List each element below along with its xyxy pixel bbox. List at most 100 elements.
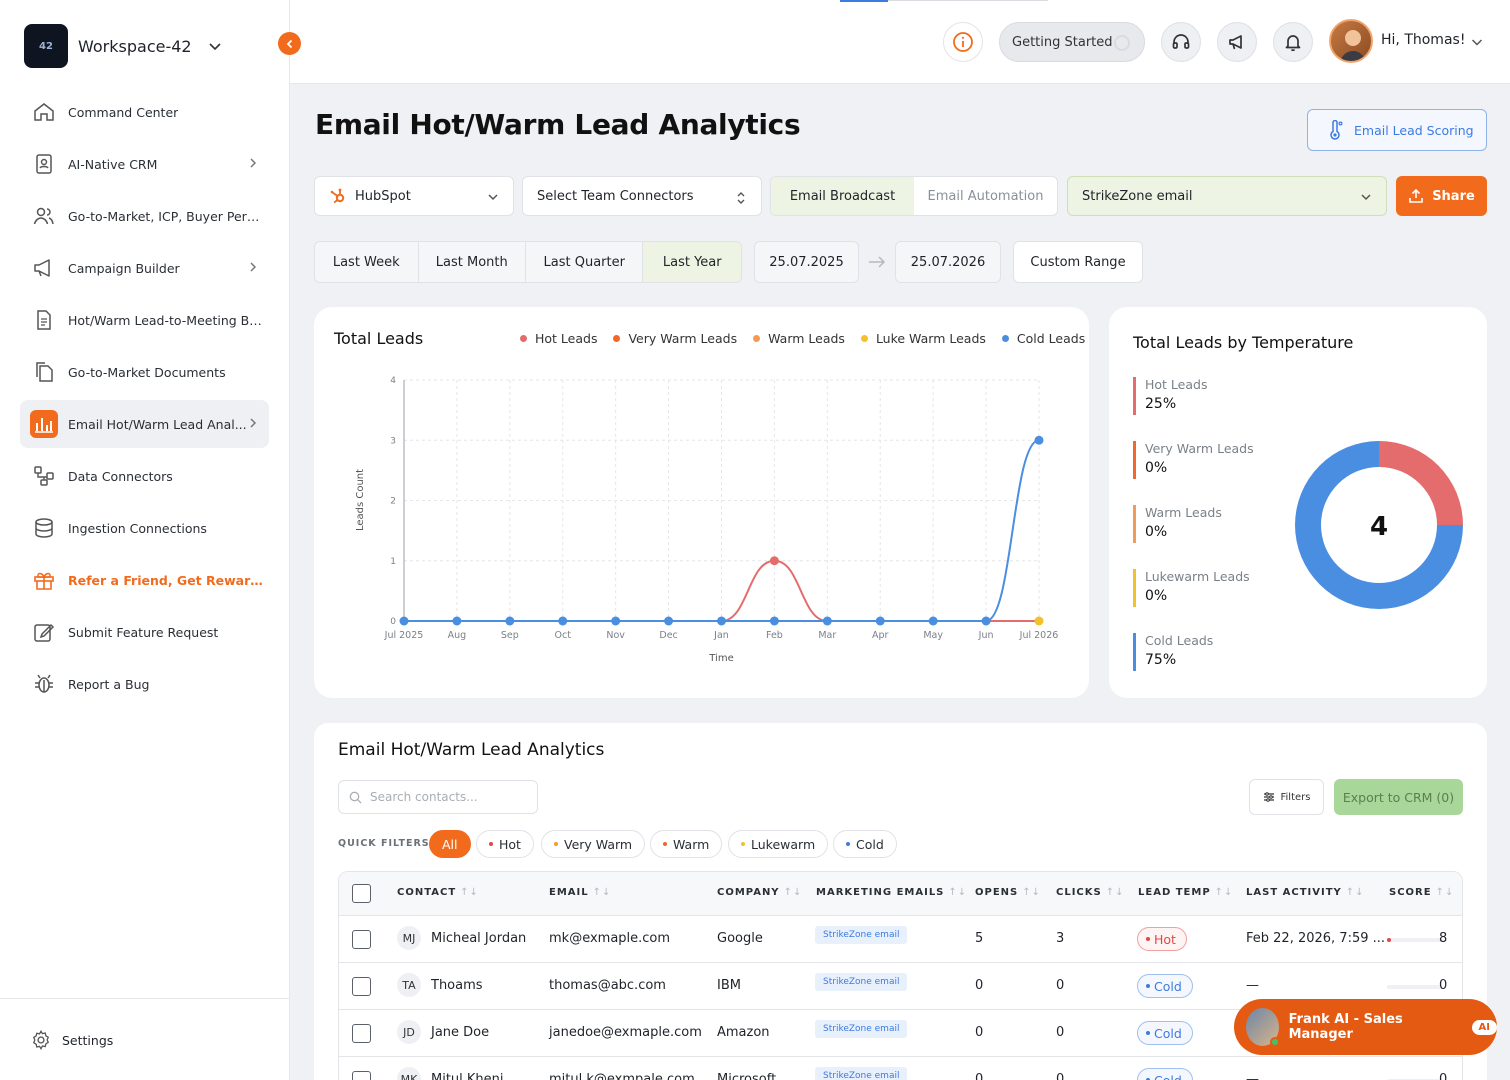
contact-name[interactable]: Thoams <box>431 978 483 993</box>
sidebar-item-report-a-bug[interactable]: Report a Bug <box>20 660 269 708</box>
score-value: 0 <box>1439 978 1448 993</box>
x-tick-label: Jun <box>978 630 994 641</box>
crm-select[interactable]: HubSpot <box>314 176 514 216</box>
tab-email-automation[interactable]: Email Automation <box>914 177 1057 215</box>
chevron-down-icon[interactable] <box>1471 36 1483 48</box>
sidebar-item-submit-feature-request[interactable]: Submit Feature Request <box>20 608 269 656</box>
user-greeting[interactable]: Hi, Thomas! <box>1381 32 1465 48</box>
data-point[interactable] <box>399 616 409 626</box>
temperature-title: Total Leads by Temperature <box>1133 333 1354 352</box>
column-header-clicks[interactable]: CLICKS ↑↓ <box>1056 887 1125 898</box>
table-row[interactable]: MK Mitul Kheni mitul.k@exmpale.com Microsof… <box>339 1057 1462 1080</box>
quick-filter-lukewarm[interactable]: Lukewarm <box>728 830 829 858</box>
column-header-opens[interactable]: OPENS ↑↓ <box>975 887 1041 898</box>
getting-started-button[interactable]: Getting Started <box>999 22 1145 62</box>
donut-slice[interactable] <box>1379 441 1463 525</box>
notifications-button[interactable] <box>1273 22 1313 62</box>
sidebar-item-ai-native-crm[interactable]: AI-Native CRM <box>20 140 269 188</box>
data-point[interactable] <box>505 616 515 626</box>
campaign-select[interactable]: StrikeZone email <box>1067 176 1387 216</box>
data-point[interactable] <box>611 616 621 626</box>
range-last-month[interactable]: Last Month <box>419 242 527 282</box>
users-icon <box>32 204 56 228</box>
data-point[interactable] <box>558 616 568 626</box>
data-point[interactable] <box>664 616 674 626</box>
sidebar-item-hot-warm-lead-to-meeting-bu[interactable]: Hot/Warm Lead-to-Meeting Bu... <box>20 296 269 344</box>
campaign-tag: StrikeZone email <box>815 1020 908 1038</box>
legend-item[interactable]: Very Warm Leads <box>613 331 737 346</box>
column-header-score[interactable]: SCORE ↑↓ <box>1389 887 1454 898</box>
quick-filter-cold[interactable]: Cold <box>833 830 897 858</box>
filters-button[interactable]: Filters <box>1249 779 1324 815</box>
tab-email-broadcast[interactable]: Email Broadcast <box>771 177 914 215</box>
column-header-company[interactable]: COMPANY ↑↓ <box>717 887 802 898</box>
user-avatar[interactable] <box>1329 19 1373 63</box>
data-point[interactable] <box>822 616 832 626</box>
column-header-last-activity[interactable]: LAST ACTIVITY ↑↓ <box>1246 887 1365 898</box>
workspace-switcher[interactable]: 42 Workspace-42 <box>24 24 222 68</box>
legend-dot <box>860 335 868 342</box>
date-to-input[interactable]: 25.07.2026 <box>895 241 1001 283</box>
contact-name[interactable]: Micheal Jordan <box>431 931 526 946</box>
sidebar-item-go-to-market-documents[interactable]: Go-to-Market Documents <box>20 348 269 396</box>
legend-item[interactable]: Warm Leads <box>753 331 845 346</box>
team-connectors-select[interactable]: Select Team Connectors <box>522 176 762 216</box>
legend-item[interactable]: Luke Warm Leads <box>860 331 986 346</box>
column-header-contact[interactable]: CONTACT ↑↓ <box>397 887 479 898</box>
column-header-email[interactable]: EMAIL ↑↓ <box>549 887 611 898</box>
sidebar-item-data-connectors[interactable]: Data Connectors <box>20 452 269 500</box>
legend-item[interactable]: Hot Leads <box>520 331 597 346</box>
sidebar-item-refer-a-friend-get-rewarded[interactable]: Refer a Friend, Get Rewarded <box>20 556 269 604</box>
search-contacts-field[interactable]: Search contacts... <box>338 780 538 814</box>
data-point[interactable] <box>769 556 779 566</box>
contact-name[interactable]: Mitul Kheni <box>431 1072 504 1080</box>
info-button[interactable] <box>943 22 983 62</box>
data-point[interactable] <box>981 616 991 626</box>
sort-icon: ↑↓ <box>592 887 612 898</box>
sidebar-item-settings[interactable]: Settings <box>0 998 289 1051</box>
date-from-input[interactable]: 25.07.2025 <box>754 241 859 283</box>
row-checkbox[interactable] <box>352 930 371 949</box>
column-header-marketing-emails[interactable]: MARKETING EMAILS ↑↓ <box>816 887 967 898</box>
sidebar-item-go-to-market-icp-buyer-perso[interactable]: Go-to-Market, ICP, Buyer Perso... <box>20 192 269 240</box>
table-row[interactable]: MJ Micheal Jordan mk@exmaple.com Google Stri… <box>339 916 1462 963</box>
email-lead-scoring-button[interactable]: Email Lead Scoring <box>1307 109 1487 151</box>
range-last-quarter[interactable]: Last Quarter <box>526 242 644 282</box>
sidebar-item-campaign-builder[interactable]: Campaign Builder <box>20 244 269 292</box>
quick-filter-all[interactable]: All <box>429 830 471 858</box>
legend-item[interactable]: Cold Leads <box>1001 331 1085 346</box>
collapse-sidebar-button[interactable] <box>278 32 301 55</box>
row-checkbox[interactable] <box>352 1024 371 1043</box>
data-point[interactable] <box>875 616 885 626</box>
row-checkbox[interactable] <box>352 977 371 996</box>
sidebar-item-command-center[interactable]: Command Center <box>20 88 269 136</box>
row-checkbox[interactable] <box>352 1071 371 1080</box>
share-button[interactable]: Share <box>1396 176 1487 216</box>
column-header-label: OPENS <box>975 887 1019 898</box>
contact-name[interactable]: Jane Doe <box>431 1025 489 1040</box>
quick-filter-hot[interactable]: Hot <box>476 830 534 858</box>
data-point[interactable] <box>452 616 462 626</box>
data-point[interactable] <box>1034 435 1044 445</box>
chevron-right-icon <box>247 261 259 273</box>
column-header-lead-temp[interactable]: LEAD TEMP ↑↓ <box>1138 887 1233 898</box>
quick-filter-warm[interactable]: Warm <box>650 830 723 858</box>
range-last-year[interactable]: Last Year <box>643 242 741 282</box>
data-point[interactable] <box>769 616 779 626</box>
sidebar-item-ingestion-connections[interactable]: Ingestion Connections <box>20 504 269 552</box>
contact-initials: TA <box>397 973 421 997</box>
megaphone-icon <box>1229 35 1242 50</box>
data-point[interactable] <box>928 616 938 626</box>
support-button[interactable] <box>1161 22 1201 62</box>
select-all-checkbox[interactable] <box>352 884 371 903</box>
data-point[interactable] <box>717 616 726 626</box>
chevron-down-icon <box>209 43 221 51</box>
sidebar-item-email-hot-warm-lead-anal[interactable]: Email Hot/Warm Lead Anal... <box>20 400 269 448</box>
quick-filter-very-warm[interactable]: Very Warm <box>541 830 646 858</box>
range-last-week[interactable]: Last Week <box>315 242 419 282</box>
custom-range-button[interactable]: Custom Range <box>1013 241 1143 283</box>
announcements-button[interactable] <box>1217 22 1257 62</box>
export-to-crm-button[interactable]: Export to CRM (0) <box>1334 779 1463 815</box>
data-point[interactable] <box>1034 616 1044 626</box>
frank-ai-assistant-button[interactable]: Frank AI - Sales Manager AI <box>1234 999 1497 1055</box>
